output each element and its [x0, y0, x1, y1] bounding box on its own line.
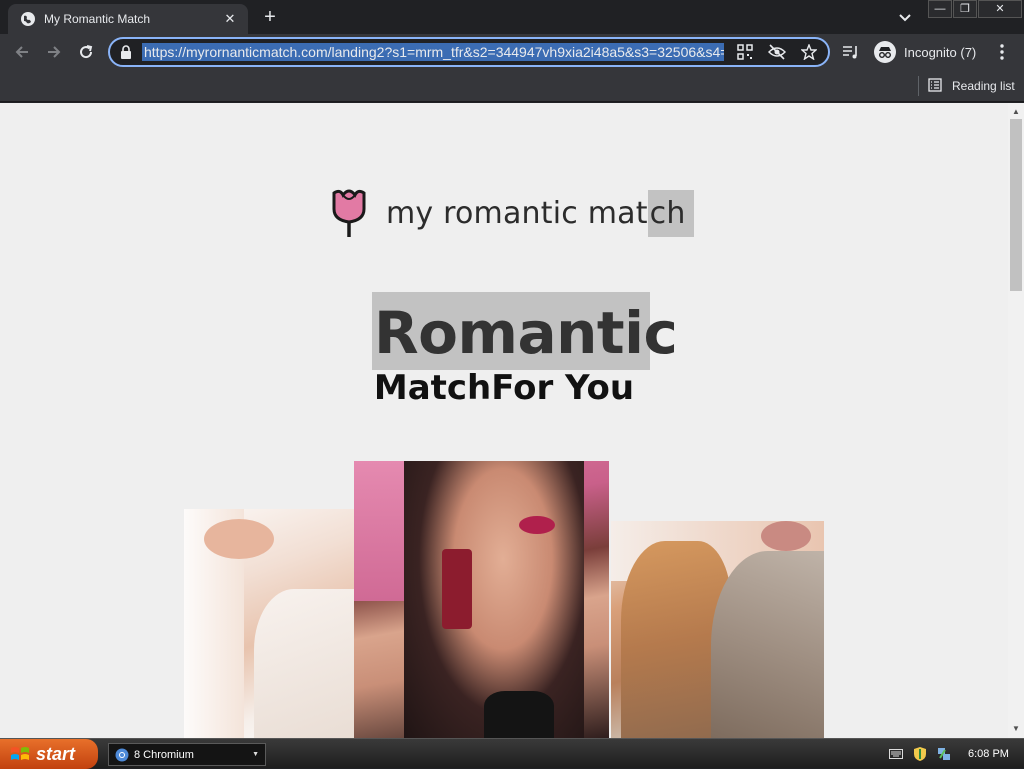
windows-flag-icon [10, 745, 30, 763]
media-controls-icon[interactable] [840, 41, 862, 63]
reading-list-icon [928, 78, 944, 94]
maximize-button[interactable]: ❐ [953, 0, 977, 18]
bookmarks-divider [918, 76, 919, 96]
brand-name-highlight: ch [647, 189, 694, 237]
qr-code-icon[interactable] [734, 41, 756, 63]
tab-search-chevron-icon[interactable] [896, 9, 914, 27]
clock: 6:08 PM [968, 748, 1009, 760]
incognito-icon [874, 41, 896, 63]
system-tray: 6:08 PM [880, 739, 1024, 769]
tab-my-romantic-match[interactable]: My Romantic Match ✕ [8, 4, 248, 34]
tab-title: My Romantic Match [44, 12, 151, 26]
scroll-down-arrow-icon[interactable]: ▼ [1008, 722, 1024, 736]
taskbar-item-chromium[interactable]: 8 Chromium ▼ [108, 743, 266, 766]
scroll-thumb[interactable] [1010, 119, 1022, 291]
start-button[interactable]: start [0, 739, 98, 769]
photo-woman-red-earring [354, 461, 609, 738]
reload-icon[interactable] [74, 40, 98, 64]
photo-woman-curly-hair [611, 521, 824, 738]
url-text[interactable]: https://myrornanticmatch.com/landing2?s1… [142, 43, 724, 61]
security-shield-icon[interactable] [912, 746, 928, 762]
site-logo[interactable]: my romantic match [330, 187, 694, 239]
close-window-button[interactable]: ✕ [978, 0, 1022, 18]
bookmarks-bar: Reading list [0, 70, 1024, 102]
incognito-label: Incognito (7) [904, 44, 977, 60]
tab-bar: My Romantic Match ✕ + — ❐ ✕ [0, 0, 1024, 34]
windows-taskbar: start 8 Chromium ▼ 6:08 PM [0, 738, 1024, 769]
bookmark-star-icon[interactable] [798, 41, 820, 63]
chromium-icon [115, 748, 129, 762]
photo-woman-white-dress [184, 509, 354, 738]
dropdown-arrow-icon: ▼ [252, 751, 259, 758]
page-scrollbar[interactable]: ▲ ▼ [1008, 103, 1024, 738]
reading-list-button[interactable]: Reading list [928, 74, 1015, 98]
taskbar-item-label: 8 Chromium [134, 748, 194, 761]
window-controls: — ❐ ✕ [928, 0, 1023, 18]
rose-icon [332, 189, 366, 237]
eye-slash-icon[interactable] [766, 41, 788, 63]
back-arrow-icon[interactable] [10, 40, 34, 64]
headline-primary: Romantic [372, 292, 678, 370]
address-bar[interactable]: https://myrornanticmatch.com/landing2?s1… [108, 37, 830, 67]
scroll-up-arrow-icon[interactable]: ▲ [1008, 105, 1024, 119]
incognito-button[interactable]: Incognito (7) [870, 38, 984, 66]
brand-name: my romantic match [386, 189, 694, 237]
lock-icon[interactable] [120, 45, 134, 59]
globe-icon [20, 11, 36, 27]
reading-list-label: Reading list [952, 79, 1015, 93]
minimize-button[interactable]: — [928, 0, 952, 18]
browser-toolbar: https://myrornanticmatch.com/landing2?s1… [0, 34, 1024, 70]
page-content: my romantic match Romantic MatchFor You [0, 103, 1008, 738]
headline-secondary: MatchFor You [373, 368, 635, 408]
kebab-menu-icon[interactable] [992, 41, 1012, 63]
start-label: start [36, 743, 76, 764]
tab-close-icon[interactable]: ✕ [222, 11, 238, 27]
keyboard-icon[interactable] [888, 746, 904, 762]
network-icon[interactable] [936, 746, 952, 762]
forward-arrow-icon[interactable] [42, 40, 66, 64]
brand-name-prefix: my romantic mat [386, 195, 648, 231]
new-tab-button[interactable]: + [259, 6, 281, 28]
